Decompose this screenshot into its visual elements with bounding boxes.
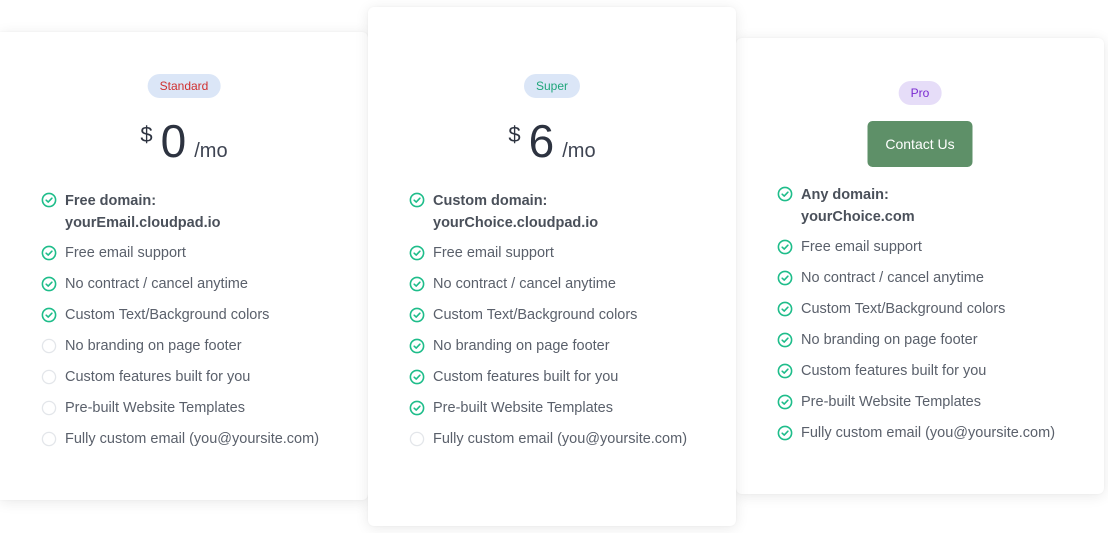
feature-item: Custom domain: yourChoice.cloudpad.io	[409, 190, 687, 234]
feature-item: Custom features built for you	[41, 367, 319, 387]
feature-text: Fully custom email (you@yoursite.com)	[801, 425, 1056, 441]
feature-text: Custom features built for you	[433, 369, 619, 385]
check-circle-icon	[41, 307, 57, 323]
plan-badge: Standard	[147, 74, 221, 98]
check-circle-icon	[41, 245, 57, 261]
feature-text: Pre-built Website Templates	[433, 400, 613, 416]
plan-price: $0/mo	[0, 118, 368, 164]
feature-text: No branding on page footer	[65, 338, 242, 354]
feature-text: Free email support	[433, 245, 554, 261]
feature-item: Free email support	[409, 243, 687, 263]
check-circle-icon	[409, 338, 425, 354]
empty-circle-icon	[41, 400, 57, 416]
empty-circle-icon	[41, 338, 57, 354]
price-amount: 6	[528, 115, 555, 167]
plan-card-super: Super $6/mo Custom domain: yourChoice.cl…	[368, 7, 736, 526]
check-circle-icon	[409, 369, 425, 385]
feature-list: Free domain: yourEmail.cloudpad.io Free e…	[41, 190, 319, 460]
feature-item: Free email support	[41, 243, 319, 263]
plan-card-pro: Pro Contact Us Any domain: yourChoice.co…	[736, 38, 1104, 494]
check-circle-icon	[409, 400, 425, 416]
feature-text: No branding on page footer	[433, 338, 610, 354]
check-circle-icon	[777, 394, 793, 410]
check-circle-icon	[777, 301, 793, 317]
check-circle-icon	[409, 276, 425, 292]
pricing-section: Standard $0/mo Free domain: yourEmail.cl…	[0, 0, 1108, 533]
feature-item: Pre-built Website Templates	[409, 398, 687, 418]
plan-price: $6/mo	[368, 118, 736, 164]
price-amount: 0	[160, 115, 187, 167]
feature-item: No branding on page footer	[409, 336, 687, 356]
feature-list: Any domain: yourChoice.com Free email sup…	[777, 184, 1055, 454]
check-circle-icon	[41, 192, 57, 208]
feature-item: No contract / cancel anytime	[41, 274, 319, 294]
feature-item: Fully custom email (you@yoursite.com)	[777, 423, 1055, 443]
feature-item: No branding on page footer	[777, 330, 1055, 350]
feature-text: No contract / cancel anytime	[433, 276, 616, 292]
feature-text: No contract / cancel anytime	[65, 276, 248, 292]
feature-text: Pre-built Website Templates	[65, 400, 245, 416]
feature-item: Free email support	[777, 237, 1055, 257]
feature-text: Fully custom email (you@yoursite.com)	[65, 431, 320, 447]
check-circle-icon	[409, 307, 425, 323]
feature-text: Fully custom email (you@yoursite.com)	[433, 431, 688, 447]
feature-item: Pre-built Website Templates	[41, 398, 319, 418]
feature-item: Free domain: yourEmail.cloudpad.io	[41, 190, 319, 234]
feature-text: Pre-built Website Templates	[801, 394, 981, 410]
feature-item: Custom Text/Background colors	[409, 305, 687, 325]
price-currency: $	[508, 122, 521, 147]
feature-item: Custom features built for you	[409, 367, 687, 387]
feature-item: Fully custom email (you@yoursite.com)	[41, 429, 319, 449]
check-circle-icon	[409, 245, 425, 261]
feature-text: Custom Text/Background colors	[65, 307, 270, 323]
feature-item: Fully custom email (you@yoursite.com)	[409, 429, 687, 449]
feature-item: Any domain: yourChoice.com	[777, 184, 1055, 228]
feature-text: Custom domain: yourChoice.cloudpad.io	[433, 193, 599, 231]
feature-text: Custom features built for you	[65, 369, 251, 385]
check-circle-icon	[777, 270, 793, 286]
feature-text: Any domain: yourChoice.com	[801, 187, 915, 225]
plan-badge: Super	[523, 74, 581, 98]
check-circle-icon	[409, 192, 425, 208]
check-circle-icon	[777, 239, 793, 255]
feature-item: No contract / cancel anytime	[777, 268, 1055, 288]
feature-item: Custom features built for you	[777, 361, 1055, 381]
check-circle-icon	[777, 186, 793, 202]
contact-us-button[interactable]: Contact Us	[867, 121, 973, 167]
feature-text: No branding on page footer	[801, 332, 978, 348]
check-circle-icon	[777, 425, 793, 441]
feature-list: Custom domain: yourChoice.cloudpad.io Fre…	[409, 190, 687, 460]
empty-circle-icon	[409, 431, 425, 447]
feature-text: Free domain: yourEmail.cloudpad.io	[65, 193, 221, 231]
check-circle-icon	[777, 332, 793, 348]
feature-text: Custom Text/Background colors	[801, 301, 1006, 317]
price-period: /mo	[562, 140, 596, 162]
feature-text: Custom features built for you	[801, 363, 987, 379]
empty-circle-icon	[41, 431, 57, 447]
price-period: /mo	[194, 140, 228, 162]
feature-text: No contract / cancel anytime	[801, 270, 984, 286]
empty-circle-icon	[41, 369, 57, 385]
check-circle-icon	[777, 363, 793, 379]
feature-item: No contract / cancel anytime	[409, 274, 687, 294]
feature-item: Custom Text/Background colors	[41, 305, 319, 325]
check-circle-icon	[41, 276, 57, 292]
feature-item: Custom Text/Background colors	[777, 299, 1055, 319]
plan-card-standard: Standard $0/mo Free domain: yourEmail.cl…	[0, 32, 368, 500]
feature-text: Custom Text/Background colors	[433, 307, 638, 323]
price-currency: $	[140, 122, 153, 147]
plan-badge: Pro	[898, 81, 942, 105]
feature-text: Free email support	[65, 245, 186, 261]
feature-text: Free email support	[801, 239, 922, 255]
feature-item: Pre-built Website Templates	[777, 392, 1055, 412]
feature-item: No branding on page footer	[41, 336, 319, 356]
